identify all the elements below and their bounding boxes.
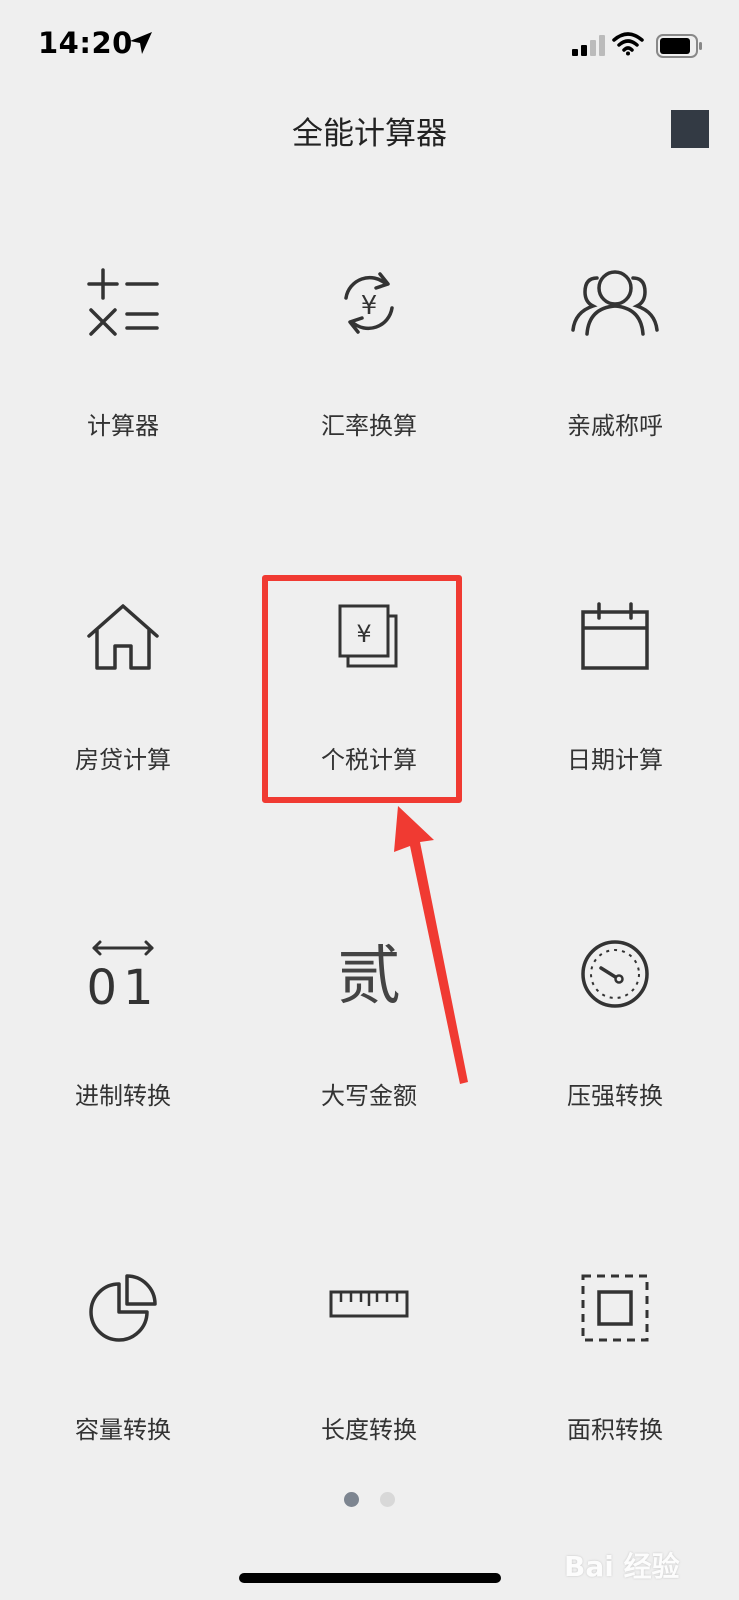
calculator-icon: [87, 268, 159, 336]
gauge-icon: [581, 940, 649, 1008]
grid-item-area[interactable]: 面积转换: [492, 1272, 738, 1472]
page-indicator[interactable]: [0, 1492, 739, 1511]
grid-item-label: 面积转换: [567, 1416, 663, 1444]
ruler-icon: [329, 1290, 409, 1318]
grid-item-label: 长度转换: [321, 1416, 417, 1444]
binary-glyph: 01: [88, 960, 158, 1008]
annotation-arrow-icon: [394, 806, 468, 1084]
grid-item-label: 日期计算: [567, 746, 663, 774]
grid-item-base[interactable]: 01 进制转换: [0, 938, 246, 1138]
pie-icon: [89, 1274, 157, 1342]
yen-glyph: ¥: [361, 291, 378, 321]
grid-item-length[interactable]: 长度转换: [246, 1272, 492, 1472]
grid-item-label: 进制转换: [75, 1082, 171, 1110]
grid-item-label: 房贷计算: [75, 746, 171, 774]
grid-item-mortgage[interactable]: 房贷计算: [0, 602, 246, 802]
area-square-icon: [581, 1274, 649, 1342]
calendar-icon: [581, 602, 649, 670]
home-indicator[interactable]: [239, 1573, 501, 1583]
grid-item-label: 亲戚称呼: [567, 412, 663, 440]
grid-item-label: 容量转换: [75, 1416, 171, 1444]
grid-item-exchange[interactable]: ¥ 汇率换算: [246, 268, 492, 468]
annotation-highlight-box: [262, 575, 462, 803]
grid-item-relatives[interactable]: 亲戚称呼: [492, 268, 738, 468]
grid-item-date[interactable]: 日期计算: [492, 602, 738, 802]
watermark: Bai 经验: [564, 1550, 680, 1583]
grid-item-pressure[interactable]: 压强转换: [492, 938, 738, 1138]
grid-item-calculator[interactable]: 计算器: [0, 268, 246, 468]
grid-item-label: 汇率换算: [321, 412, 417, 440]
binary-icon: 01: [88, 940, 158, 1008]
grid-item-label: 压强转换: [567, 1082, 663, 1110]
page-dot-active[interactable]: [343, 1492, 359, 1507]
grid-item-volume[interactable]: 容量转换: [0, 1272, 246, 1472]
yen-refresh-icon: ¥: [344, 272, 394, 334]
grid-item-label: 计算器: [87, 412, 159, 440]
house-icon: [87, 604, 159, 670]
page-dot[interactable]: [380, 1492, 396, 1507]
people-icon: [571, 270, 659, 336]
